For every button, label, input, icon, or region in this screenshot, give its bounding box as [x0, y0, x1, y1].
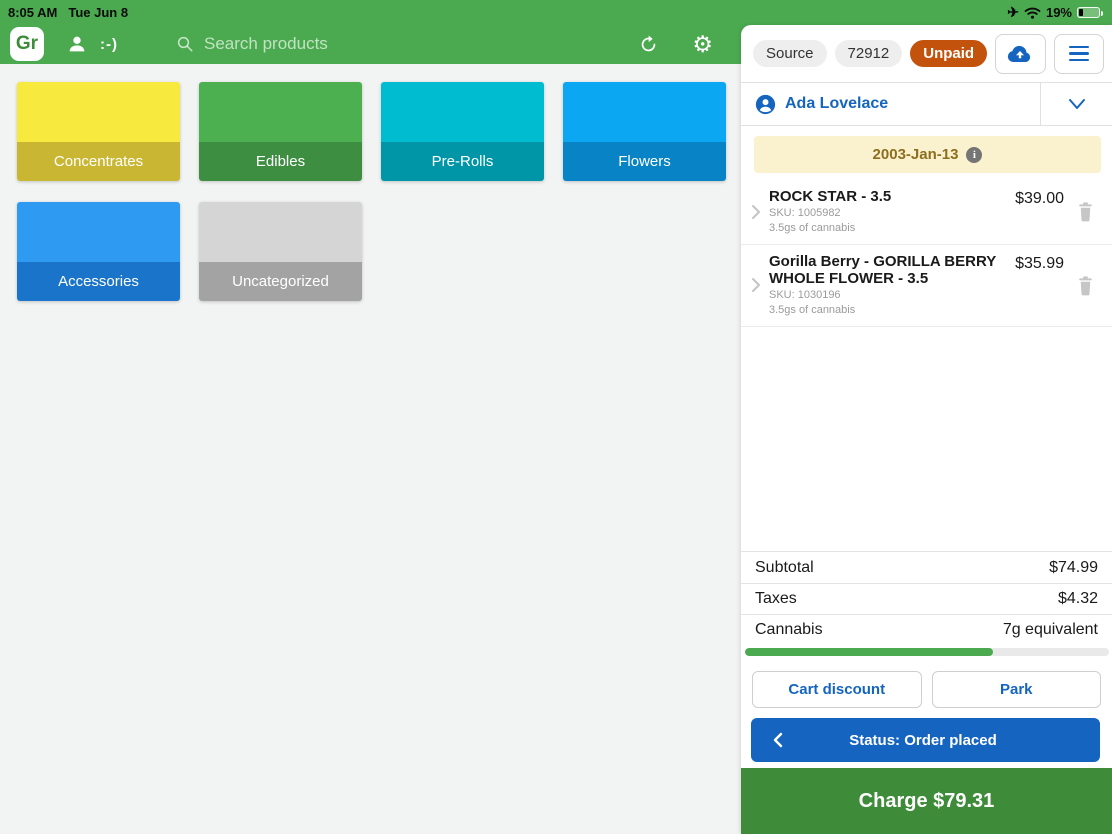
cart-items-list: ROCK STAR - 3.5 SKU: 1005982 3.5gs of ca… — [741, 180, 1112, 551]
item-price: $35.99 — [1002, 253, 1064, 273]
trash-icon — [1076, 275, 1095, 296]
order-status-button[interactable]: Status: Order placed — [751, 718, 1100, 762]
item-name: Gorilla Berry - GORILLA BERRY WHOLE FLOW… — [769, 253, 1002, 287]
birth-date: 2003-Jan-13 — [873, 146, 959, 163]
product-category-area: Concentrates Edibles Pre-Rolls Flowers A… — [0, 64, 741, 834]
order-menu-button[interactable] — [1054, 34, 1104, 74]
customer-expand-button[interactable] — [1040, 83, 1112, 125]
taxes-row: Taxes $4.32 — [741, 583, 1112, 614]
chevron-left-icon — [771, 731, 784, 749]
category-label: Edibles — [199, 142, 362, 181]
category-grid: Concentrates Edibles Pre-Rolls Flowers A… — [17, 82, 741, 301]
order-status-label: Status: Order placed — [784, 732, 1062, 749]
category-label: Concentrates — [17, 142, 180, 181]
payment-status-badge: Unpaid — [910, 40, 987, 67]
search-bar[interactable] — [176, 34, 639, 54]
delete-item-button[interactable] — [1076, 201, 1095, 222]
order-panel: Source 72912 Unpaid Ada Lovelace — [741, 25, 1112, 834]
total-value: $74.99 — [1049, 559, 1098, 577]
category-tile-pre-rolls[interactable]: Pre-Rolls — [381, 82, 544, 181]
cannabis-row: Cannabis 7g equivalent — [741, 614, 1112, 645]
item-sku: SKU: 1005982 — [769, 207, 1002, 220]
category-tile-accessories[interactable]: Accessories — [17, 202, 180, 301]
battery-icon — [1077, 7, 1100, 18]
total-value: 7g equivalent — [1003, 621, 1098, 639]
category-label: Accessories — [17, 262, 180, 301]
tile-color-block — [17, 82, 180, 142]
cart-item-row[interactable]: Gorilla Berry - GORILLA BERRY WHOLE FLOW… — [741, 245, 1112, 327]
total-label: Cannabis — [755, 621, 823, 639]
category-tile-concentrates[interactable]: Concentrates — [17, 82, 180, 181]
item-name: ROCK STAR - 3.5 — [769, 188, 1002, 205]
cart-actions: Cart discount Park — [752, 671, 1101, 708]
birthdate-banner-wrap: 2003-Jan-13 i — [741, 126, 1112, 180]
cannabis-limit-progress — [745, 648, 1109, 656]
refresh-icon — [639, 35, 658, 54]
info-icon: i — [966, 147, 982, 163]
total-label: Subtotal — [755, 559, 814, 577]
tile-color-block — [199, 82, 362, 142]
cannabis-progress-fill — [745, 648, 993, 656]
customer-name: Ada Lovelace — [785, 95, 888, 113]
chevron-right-icon — [750, 203, 762, 221]
customer-row: Ada Lovelace — [741, 83, 1112, 126]
app-logo[interactable]: Gr — [10, 27, 44, 61]
gear-icon: ⚙ — [692, 33, 713, 56]
delete-item-button[interactable] — [1076, 275, 1095, 296]
order-number-pill[interactable]: 72912 — [835, 40, 903, 67]
category-tile-uncategorized[interactable]: Uncategorized — [199, 202, 362, 301]
app-header: Gr :-) ⚙ — [0, 24, 741, 64]
user-button[interactable] — [66, 33, 88, 55]
charge-button[interactable]: Charge $79.31 — [741, 768, 1112, 834]
park-button[interactable]: Park — [932, 671, 1102, 708]
hamburger-icon — [1069, 46, 1089, 62]
chevron-down-icon — [1067, 97, 1087, 111]
category-label: Pre-Rolls — [381, 142, 544, 181]
category-label: Uncategorized — [199, 262, 362, 301]
search-icon — [176, 35, 194, 53]
trash-icon — [1076, 201, 1095, 222]
subtotal-row: Subtotal $74.99 — [741, 552, 1112, 583]
total-label: Taxes — [755, 590, 797, 608]
status-date: Tue Jun 8 — [68, 5, 128, 20]
customer-button[interactable]: Ada Lovelace — [741, 83, 1040, 125]
tile-color-block — [381, 82, 544, 142]
cart-discount-button[interactable]: Cart discount — [752, 671, 922, 708]
totals-section: Subtotal $74.99 Taxes $4.32 Cannabis 7g … — [741, 551, 1112, 645]
account-circle-icon — [755, 94, 776, 115]
item-description: 3.5gs of cannabis — [769, 304, 1002, 317]
item-description: 3.5gs of cannabis — [769, 222, 1002, 235]
total-value: $4.32 — [1058, 590, 1098, 608]
category-tile-edibles[interactable]: Edibles — [199, 82, 362, 181]
search-input[interactable] — [204, 34, 524, 54]
item-sku: SKU: 1030196 — [769, 289, 1002, 302]
sync-cloud-button[interactable] — [995, 34, 1045, 74]
battery-percent: 19% — [1046, 5, 1072, 20]
ios-status-bar: 8:05 AM Tue Jun 8 ✈ 19% — [0, 0, 1112, 24]
source-pill[interactable]: Source — [753, 40, 827, 67]
airplane-mode-icon: ✈ — [1007, 5, 1019, 19]
tile-color-block — [199, 202, 362, 262]
chevron-right-icon — [750, 276, 762, 294]
category-label: Flowers — [563, 142, 726, 181]
tile-color-block — [17, 202, 180, 262]
birthdate-banner[interactable]: 2003-Jan-13 i — [754, 136, 1101, 173]
cloud-upload-icon — [1006, 43, 1034, 65]
person-icon — [66, 33, 88, 55]
item-price: $39.00 — [1002, 188, 1064, 208]
cart-item-row[interactable]: ROCK STAR - 3.5 SKU: 1005982 3.5gs of ca… — [741, 180, 1112, 245]
refresh-button[interactable] — [639, 35, 658, 54]
tile-color-block — [563, 82, 726, 142]
settings-button[interactable]: ⚙ — [692, 33, 713, 56]
wifi-icon — [1024, 6, 1041, 19]
order-panel-header: Source 72912 Unpaid — [741, 25, 1112, 83]
category-tile-flowers[interactable]: Flowers — [563, 82, 726, 181]
status-time: 8:05 AM — [8, 5, 57, 20]
cashier-emoticon[interactable]: :-) — [100, 36, 118, 53]
